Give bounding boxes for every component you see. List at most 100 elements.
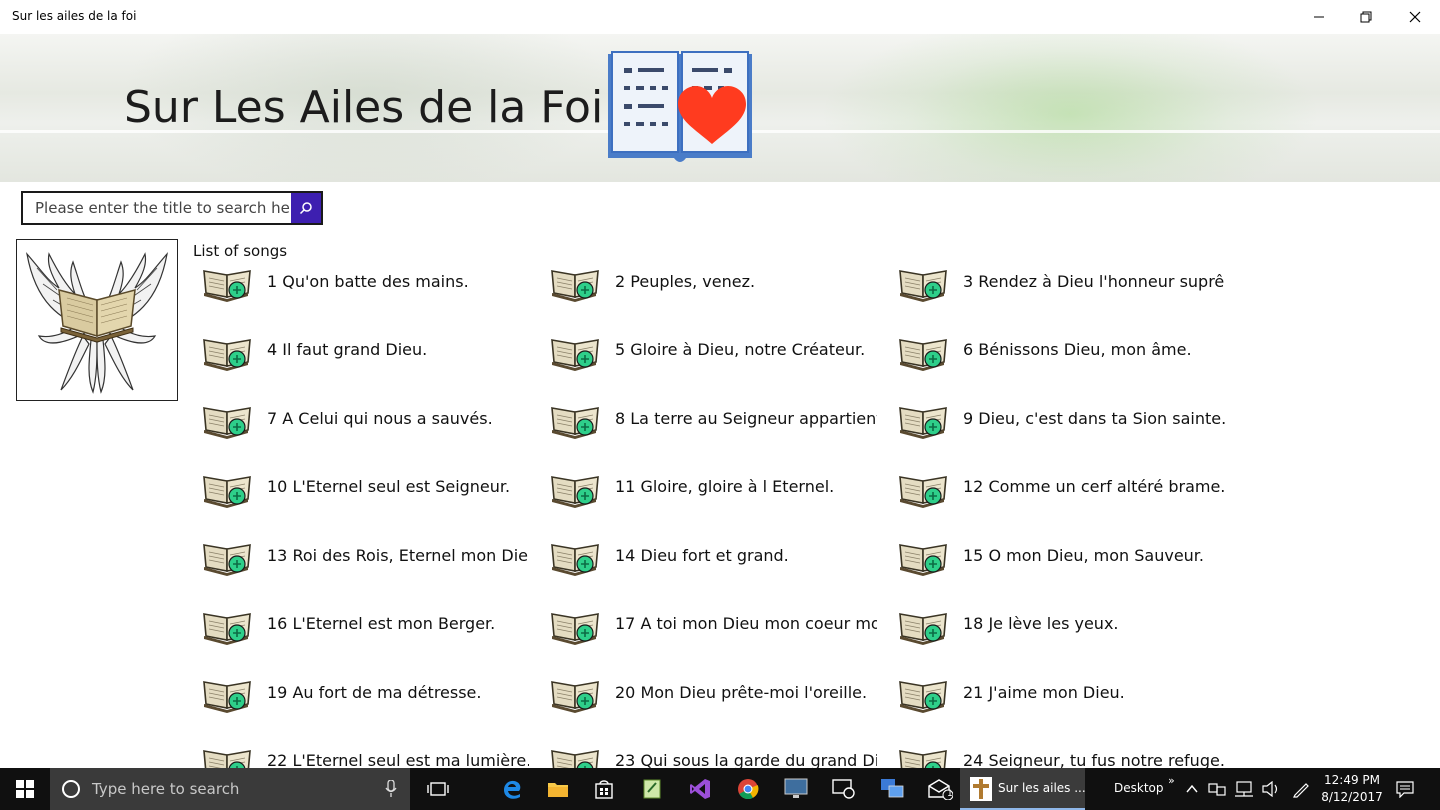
song-book-icon	[200, 259, 256, 303]
taskbar-search-placeholder: Type here to search	[92, 780, 240, 798]
song-list-item[interactable]: 3 Rendez à Dieu l'honneur suprême	[896, 256, 1236, 306]
song-list-item[interactable]: 23 Qui sous la garde du grand Dieu	[548, 736, 888, 768]
song-title: 15 O mon Dieu, mon Sauveur.	[963, 545, 1204, 565]
song-list-item[interactable]: 13 Roi des Rois, Eternel mon Dieu.	[200, 530, 540, 580]
song-list-item[interactable]: 4 Il faut grand Dieu.	[200, 325, 540, 375]
song-book-icon	[896, 396, 952, 440]
song-list-item[interactable]: 17 A toi mon Dieu mon coeur monte	[548, 599, 888, 649]
song-list-item[interactable]: 15 O mon Dieu, mon Sauveur.	[896, 530, 1236, 580]
song-title: 8 La terre au Seigneur appartient.	[615, 408, 877, 428]
song-title: 20 Mon Dieu prête-moi l'oreille.	[615, 682, 868, 702]
task-view-icon	[427, 782, 449, 796]
search-box	[21, 191, 323, 225]
song-title: 18 Je lève les yeux.	[963, 614, 1119, 633]
windows-icon	[16, 780, 34, 798]
song-list-item[interactable]: 18 Je lève les yeux.	[896, 599, 1236, 649]
taskbar: Type here to search 1 Sur les ailes ... …	[0, 768, 1440, 810]
restore-button[interactable]	[1343, 0, 1389, 34]
clock-time: 12:49 PM	[1324, 773, 1380, 787]
song-list-item[interactable]: 7 A Celui qui nous a sauvés.	[200, 393, 540, 443]
active-app-label: Sur les ailes ...	[998, 781, 1086, 795]
app-window: Sur les ailes de la foi Sur Les Ailes de…	[0, 0, 1440, 768]
song-list-item[interactable]: 14 Dieu fort et grand.	[548, 530, 888, 580]
song-list-item[interactable]: 6 Bénissons Dieu, mon âme.	[896, 325, 1236, 375]
store-button[interactable]	[580, 768, 628, 810]
song-book-icon	[896, 465, 952, 509]
song-book-icon	[200, 328, 256, 372]
song-book-icon	[548, 602, 604, 646]
song-book-icon	[548, 739, 604, 768]
song-title: 17 A toi mon Dieu mon coeur monte	[615, 614, 877, 633]
cortana-icon	[62, 780, 80, 798]
chrome-button[interactable]	[724, 768, 772, 810]
clock[interactable]: 12:49 PM 8/12/2017	[1318, 772, 1386, 806]
start-button[interactable]	[0, 768, 50, 810]
song-title: 23 Qui sous la garde du grand Dieu	[615, 751, 877, 768]
search-button[interactable]	[291, 193, 321, 223]
volume-icon[interactable]	[1262, 781, 1280, 797]
song-list-item[interactable]: 12 Comme un cerf altéré brame.	[896, 462, 1236, 512]
song-list-item[interactable]: 8 La terre au Seigneur appartient.	[548, 393, 888, 443]
song-book-icon	[548, 533, 604, 577]
close-button[interactable]	[1392, 0, 1438, 34]
winged-bible-image	[16, 239, 178, 401]
task-view-button[interactable]	[414, 768, 462, 810]
taskbar-search[interactable]: Type here to search	[50, 768, 410, 810]
desktop-toolbar[interactable]: Desktop	[1114, 781, 1164, 795]
songbook-heart-icon	[608, 51, 752, 162]
notepad-button[interactable]	[628, 768, 676, 810]
close-icon	[1409, 11, 1421, 23]
app-title: Sur Les Ailes de la Foi	[124, 82, 604, 133]
song-title: 3 Rendez à Dieu l'honneur suprême	[963, 271, 1225, 291]
chrome-icon	[738, 779, 759, 800]
minimize-icon	[1314, 16, 1324, 18]
window-title: Sur les ailes de la foi	[12, 9, 137, 23]
microphone-icon	[385, 780, 397, 797]
song-list-item[interactable]: 5 Gloire à Dieu, notre Créateur.	[548, 325, 888, 375]
song-list-item[interactable]: 11 Gloire, gloire à l Eternel.	[548, 462, 888, 512]
header-banner: Sur Les Ailes de la Foi	[0, 34, 1440, 182]
network-icon[interactable]	[1234, 781, 1254, 797]
network-app-button[interactable]	[868, 768, 916, 810]
song-list-item[interactable]: 24 Seigneur, tu fus notre refuge.	[896, 736, 1236, 768]
song-book-icon	[896, 602, 952, 646]
minimize-button[interactable]	[1296, 0, 1342, 34]
song-title: 19 Au fort de ma détresse.	[267, 682, 482, 702]
search-input[interactable]	[23, 193, 291, 223]
song-title: 22 L'Eternel seul est ma lumière.	[267, 751, 529, 768]
toolbar-chevron-icon[interactable]: »	[1168, 774, 1175, 787]
network-computers-icon	[881, 779, 904, 798]
song-list-item[interactable]: 20 Mon Dieu prête-moi l'oreille.	[548, 667, 888, 717]
song-title: 1 Qu'on batte des mains.	[267, 271, 469, 291]
song-list-item[interactable]: 19 Au fort de ma détresse.	[200, 667, 540, 717]
edge-button[interactable]	[488, 768, 536, 810]
connect-button[interactable]	[820, 768, 868, 810]
remote-desktop-button[interactable]	[772, 768, 820, 810]
song-book-icon	[896, 328, 952, 372]
song-list-item[interactable]: 9 Dieu, c'est dans ta Sion sainte.	[896, 393, 1236, 443]
song-book-icon	[548, 670, 604, 714]
song-book-icon	[896, 533, 952, 577]
notifications-icon[interactable]	[1396, 780, 1414, 798]
song-book-icon	[548, 259, 604, 303]
chevron-up-icon[interactable]	[1186, 784, 1198, 794]
song-list-item[interactable]: 16 L'Eternel est mon Berger.	[200, 599, 540, 649]
file-explorer-button[interactable]	[534, 768, 582, 810]
store-icon	[595, 780, 613, 799]
pen-icon[interactable]	[1292, 780, 1310, 798]
active-app-button[interactable]: Sur les ailes ...	[960, 768, 1086, 810]
song-list-item[interactable]: 10 L'Eternel seul est Seigneur.	[200, 462, 540, 512]
sync-icon[interactable]	[1208, 781, 1226, 797]
song-title: 6 Bénissons Dieu, mon âme.	[963, 340, 1192, 359]
song-list-item[interactable]: 21 J'aime mon Dieu.	[896, 667, 1236, 717]
song-title: 2 Peuples, venez.	[615, 271, 756, 291]
notepad-icon	[643, 779, 661, 799]
song-list-item[interactable]: 2 Peuples, venez.	[548, 256, 888, 306]
song-list-item[interactable]: 22 L'Eternel seul est ma lumière.	[200, 736, 540, 768]
screen-share-icon	[832, 779, 855, 799]
song-list-item[interactable]: 1 Qu'on batte des mains.	[200, 256, 540, 306]
winged-bible-icon	[26, 251, 168, 394]
song-book-icon	[200, 739, 256, 768]
visual-studio-button[interactable]	[676, 768, 724, 810]
mail-button[interactable]: 1	[916, 768, 964, 810]
